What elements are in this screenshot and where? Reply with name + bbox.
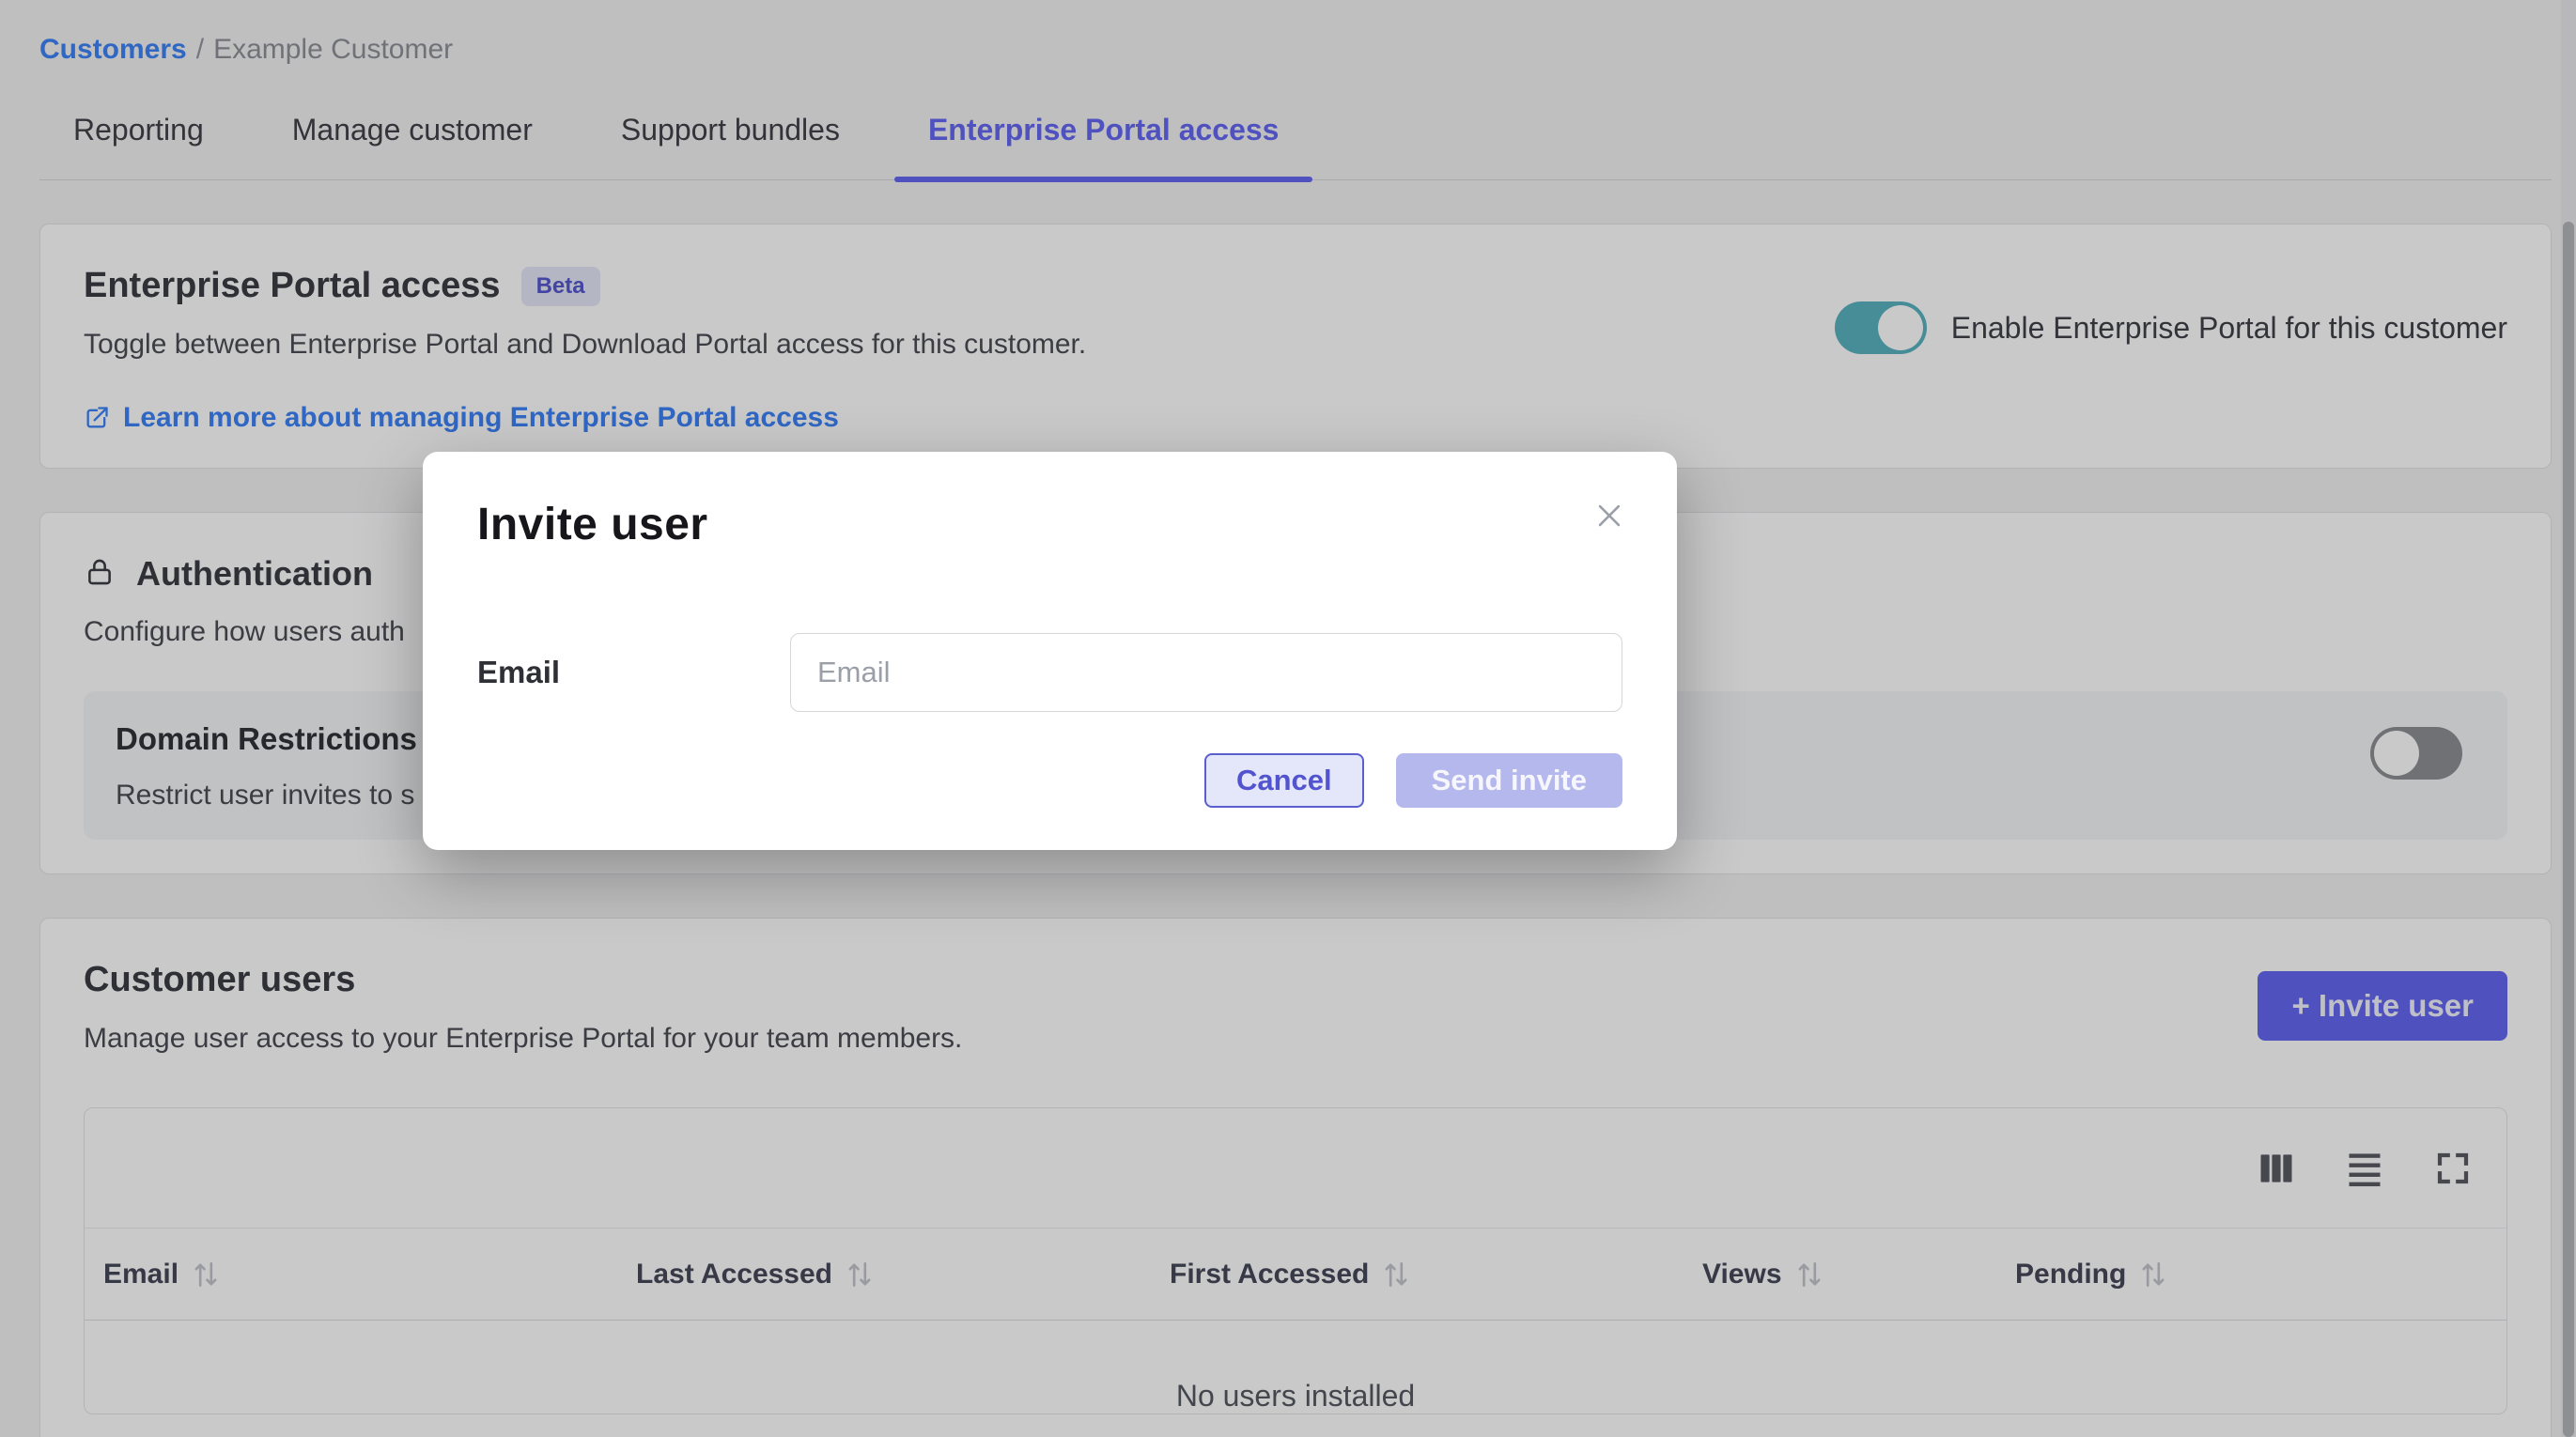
cancel-button[interactable]: Cancel xyxy=(1204,753,1364,808)
close-icon[interactable] xyxy=(1591,497,1628,534)
invite-user-modal: Invite user Email Cancel Send invite xyxy=(423,452,1677,850)
modal-title: Invite user xyxy=(477,499,1622,550)
modal-actions: Cancel Send invite xyxy=(477,753,1622,808)
send-invite-button[interactable]: Send invite xyxy=(1396,753,1622,808)
page: Customers/Example Customer Reporting Man… xyxy=(0,0,2576,1437)
modal-form: Email xyxy=(477,633,1622,712)
email-label: Email xyxy=(477,655,790,690)
email-field[interactable] xyxy=(790,633,1622,712)
